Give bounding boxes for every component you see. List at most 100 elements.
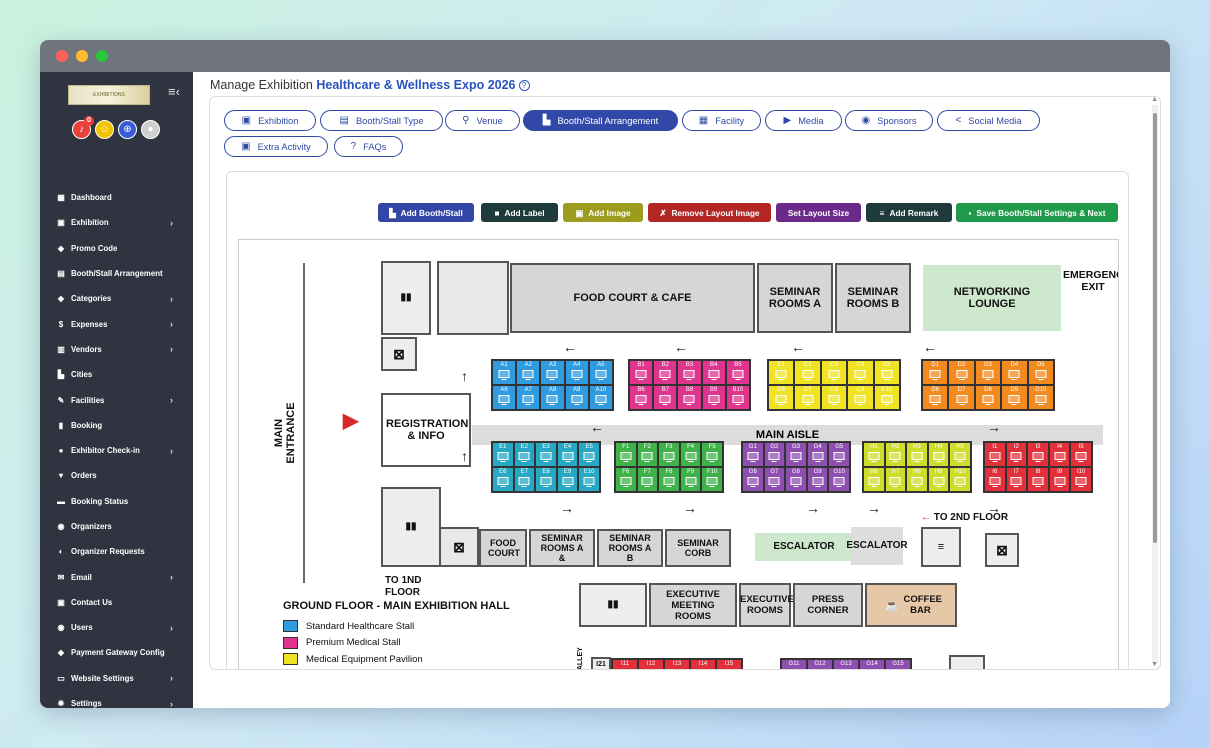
collapse-sidebar-icon[interactable]: ≡‹ bbox=[168, 84, 180, 99]
globe-icon[interactable]: ⊕ bbox=[118, 120, 137, 139]
booth-b7[interactable]: B7 bbox=[653, 385, 678, 410]
booth-c4[interactable]: C4 bbox=[847, 360, 874, 385]
booth-b1[interactable]: B1 bbox=[629, 360, 654, 385]
sidebar-item-vendors[interactable]: ▥ Vendors › bbox=[40, 337, 193, 362]
booth-b3[interactable]: B3 bbox=[677, 360, 702, 385]
booth-a7[interactable]: A7 bbox=[516, 385, 541, 410]
scrollbar-thumb[interactable] bbox=[1153, 113, 1157, 543]
scroll-up-icon[interactable]: ▲ bbox=[1151, 97, 1158, 103]
sidebar-item-booking-status[interactable]: ▬ Booking Status bbox=[40, 489, 193, 514]
booth-c6[interactable]: C6 bbox=[768, 385, 795, 410]
booth-g3[interactable]: G3 bbox=[785, 442, 807, 467]
booth-e6[interactable]: E6 bbox=[492, 467, 514, 492]
booth-a3[interactable]: A3 bbox=[540, 360, 565, 385]
booth-i14[interactable]: I14 bbox=[690, 659, 716, 669]
add-booth-stall-button[interactable]: ▙ Add Booth/Stall bbox=[378, 203, 474, 222]
booth-i15[interactable]: I15 bbox=[716, 659, 742, 669]
help-icon[interactable]: ? bbox=[518, 80, 530, 91]
booth-b10[interactable]: B10 bbox=[725, 385, 750, 410]
booth-e7[interactable]: E7 bbox=[513, 467, 536, 492]
sidebar-item-website-settings[interactable]: ▭ Website Settings › bbox=[40, 666, 193, 691]
sidebar-item-expenses[interactable]: $ Expenses › bbox=[40, 311, 193, 336]
tab-media[interactable]: ▶ Media bbox=[765, 110, 842, 131]
booth-d8[interactable]: D8 bbox=[974, 385, 1002, 410]
booth-a5[interactable]: A5 bbox=[588, 360, 613, 385]
booth-d4[interactable]: D4 bbox=[1001, 360, 1028, 385]
booth-f9[interactable]: F9 bbox=[679, 467, 702, 492]
booth-d7[interactable]: D7 bbox=[948, 385, 975, 410]
sidebar-item-settings[interactable]: ✹ Settings › bbox=[40, 691, 193, 708]
sidebar-item-categories[interactable]: ◈ Categories › bbox=[40, 286, 193, 311]
booth-h9[interactable]: H9 bbox=[927, 467, 950, 492]
booth-e9[interactable]: E9 bbox=[556, 467, 579, 492]
tab-booth-stall-type[interactable]: ▤ Booth/Stall Type bbox=[320, 110, 443, 131]
booth-b6[interactable]: B6 bbox=[629, 385, 654, 410]
booth-i5[interactable]: I5 bbox=[1070, 442, 1092, 467]
booth-h8[interactable]: H8 bbox=[906, 467, 928, 492]
booth-i7[interactable]: I7 bbox=[1005, 467, 1028, 492]
booth-e4[interactable]: E4 bbox=[556, 442, 579, 467]
booth-a2[interactable]: A2 bbox=[516, 360, 541, 385]
booth-h1[interactable]: H1 bbox=[863, 442, 885, 467]
booth-c1[interactable]: C1 bbox=[768, 360, 795, 385]
sidebar-item-booth-stall-arrangement[interactable]: ▤ Booth/Stall Arrangement bbox=[40, 261, 193, 286]
booth-e1[interactable]: E1 bbox=[492, 442, 514, 467]
sidebar-item-contact-us[interactable]: ▣ Contact Us bbox=[40, 590, 193, 615]
sidebar-item-exhibition[interactable]: ▣ Exhibition › bbox=[40, 210, 193, 235]
booth-i13[interactable]: I13 bbox=[664, 659, 690, 669]
booth-f10[interactable]: F10 bbox=[701, 467, 723, 492]
booth-d6[interactable]: D6 bbox=[922, 385, 949, 410]
booth-g10[interactable]: G10 bbox=[828, 467, 850, 492]
scroll-down-icon[interactable]: ▼ bbox=[1151, 661, 1158, 668]
add-remark-button[interactable]: ≡ Add Remark bbox=[866, 203, 952, 222]
booth-f6[interactable]: F6 bbox=[615, 467, 637, 492]
booth-h7[interactable]: H7 bbox=[884, 467, 907, 492]
booth-d5[interactable]: D5 bbox=[1027, 360, 1054, 385]
booth-b8[interactable]: B8 bbox=[677, 385, 702, 410]
booth-e5[interactable]: E5 bbox=[578, 442, 600, 467]
booth-g7[interactable]: G7 bbox=[763, 467, 786, 492]
booth-h5[interactable]: H5 bbox=[949, 442, 971, 467]
booth-g14[interactable]: G14 bbox=[859, 659, 885, 669]
booth-c8[interactable]: C8 bbox=[820, 385, 848, 410]
booth-i11[interactable]: I11 bbox=[612, 659, 638, 669]
tab-exhibition[interactable]: ▣ Exhibition bbox=[224, 110, 316, 131]
booth-c2[interactable]: C2 bbox=[794, 360, 821, 385]
tab-sponsors[interactable]: ◉ Sponsors bbox=[845, 110, 933, 131]
remove-layout-image-button[interactable]: ✗ Remove Layout Image bbox=[648, 203, 771, 222]
booth-c10[interactable]: C10 bbox=[873, 385, 900, 410]
save-booth-stall-settings-next-button[interactable]: ▪ Save Booth/Stall Settings & Next bbox=[956, 203, 1118, 222]
booth-a8[interactable]: A8 bbox=[540, 385, 565, 410]
booth-a9[interactable]: A9 bbox=[564, 385, 589, 410]
sidebar-item-dashboard[interactable]: ▦ Dashboard bbox=[40, 185, 193, 210]
booth-c9[interactable]: C9 bbox=[847, 385, 874, 410]
booth-e2[interactable]: E2 bbox=[513, 442, 536, 467]
sidebar-item-users[interactable]: ◉ Users › bbox=[40, 615, 193, 640]
emoji-icon[interactable]: ☺ bbox=[95, 120, 114, 139]
sidebar-item-organizer-requests[interactable]: ◐ Organizer Requests bbox=[40, 539, 193, 564]
booth-f8[interactable]: F8 bbox=[658, 467, 680, 492]
notification-bell-icon[interactable]: ♪ 0 bbox=[72, 116, 94, 139]
user-avatar-icon[interactable]: ● bbox=[141, 120, 160, 139]
sidebar-item-facilities[interactable]: ✎ Facilities › bbox=[40, 387, 193, 412]
booth-c3[interactable]: C3 bbox=[820, 360, 848, 385]
sidebar-item-email[interactable]: ✉ Email › bbox=[40, 564, 193, 589]
sidebar-item-payment-gateway-config[interactable]: ◆ Payment Gateway Config bbox=[40, 640, 193, 665]
booth-h4[interactable]: H4 bbox=[927, 442, 950, 467]
booth-f3[interactable]: F3 bbox=[658, 442, 680, 467]
sidebar-item-promo-code[interactable]: ◆ Promo Code bbox=[40, 236, 193, 261]
booth-d9[interactable]: D9 bbox=[1001, 385, 1028, 410]
booth-i2[interactable]: I2 bbox=[1005, 442, 1028, 467]
floorplan-canvas[interactable]: ▮▮ FOOD COURT & CAFE SEMINAR ROOMS A SEM… bbox=[238, 239, 1119, 669]
add-label-button[interactable]: ■ Add Label bbox=[481, 203, 558, 222]
tab-extra-activity[interactable]: ▣ Extra Activity bbox=[224, 136, 328, 157]
booth-g15[interactable]: G15 bbox=[885, 659, 911, 669]
booth-h10[interactable]: H10 bbox=[949, 467, 971, 492]
booth-a6[interactable]: A6 bbox=[492, 385, 517, 410]
booth-a10[interactable]: A10 bbox=[588, 385, 613, 410]
tab-facility[interactable]: ▦ Facility bbox=[682, 110, 761, 131]
booth-i10[interactable]: I10 bbox=[1070, 467, 1092, 492]
maximize-window-button[interactable] bbox=[96, 50, 108, 62]
sidebar-item-exhibitor-check-in[interactable]: ● Exhibitor Check-in › bbox=[40, 438, 193, 463]
booth-c7[interactable]: C7 bbox=[794, 385, 821, 410]
